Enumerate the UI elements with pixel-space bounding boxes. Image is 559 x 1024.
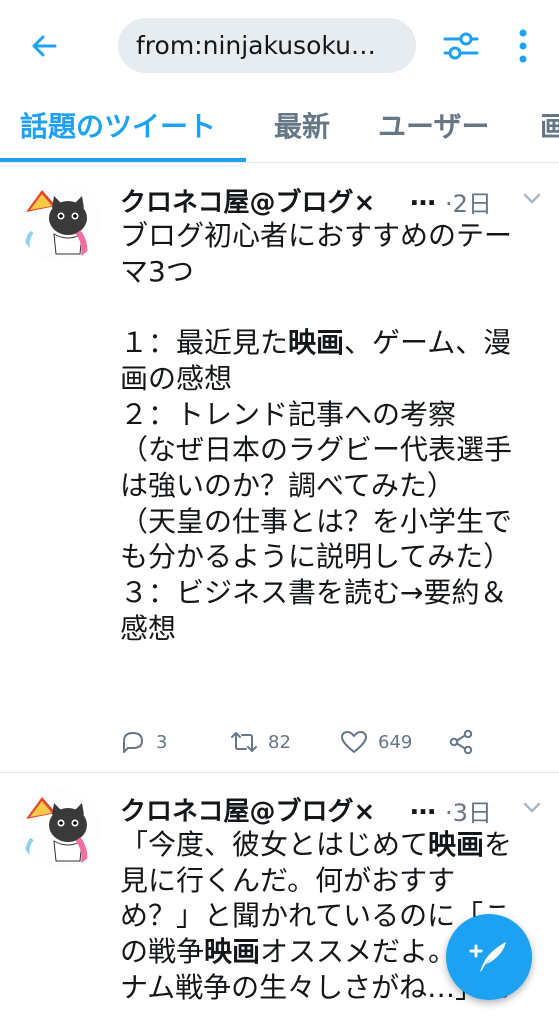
tweet-text-segment: も分かるように説明してみた） <box>120 540 512 574</box>
tweet-text-segment: は強いのか？調べてみた） <box>120 468 455 502</box>
tweet-text-line: 画の感想 <box>120 361 545 397</box>
search-tabs: 話題のツイート 最新 ユーザー 画 <box>0 96 559 163</box>
tweet-text-line: 感想 <box>120 611 545 647</box>
tweet-text-line: マ3つ <box>120 254 545 290</box>
retweet-icon <box>231 732 257 752</box>
compose-tweet-button[interactable] <box>446 914 532 1000</box>
tab-users[interactable]: ユーザー <box>378 96 489 162</box>
tweet-text-segment: 画の感想 <box>120 361 233 395</box>
filter-sliders-icon <box>443 32 479 60</box>
tweet-text-segment: マ3つ <box>120 254 194 288</box>
tweet-text-line: ブログ初心者におすすめのテー <box>120 218 545 254</box>
share-button[interactable] <box>448 722 484 762</box>
author-name-ellipsis: … <box>410 791 436 821</box>
tab-photos[interactable]: 画 <box>540 96 559 162</box>
reply-button[interactable]: 3 <box>120 722 167 762</box>
retweet-count: 82 <box>268 731 291 753</box>
tweet-text-line: は強いのか？調べてみた） <box>120 468 545 504</box>
tweet-text-line: 「今度、彼女とはじめて映画を <box>120 827 545 863</box>
tweet-text-segment: （天皇の仕事とは？を小学生で <box>120 504 513 538</box>
retweet-button[interactable]: 82 <box>230 722 291 762</box>
search-query-text: from:ninjakusoku… <box>136 31 376 60</box>
chevron-down-icon[interactable] <box>522 801 542 815</box>
tweet-text-segment: ３：ビジネス書を読む→要約＆ <box>120 576 508 610</box>
avatar[interactable] <box>20 789 100 869</box>
tweet-text-line <box>120 289 545 325</box>
search-highlight: 映画 <box>288 326 345 360</box>
tweet-timestamp: ·3日 <box>445 799 492 827</box>
tweet-text-segment: を <box>484 828 513 861</box>
tweet-text-segment: 「今度、彼女とはじめて <box>120 828 429 861</box>
tweet-text-segment: （なぜ日本のラグビー代表選手 <box>120 433 513 467</box>
back-arrow-icon <box>32 35 57 57</box>
tweet-text-line: も分かるように説明してみた） <box>120 539 545 575</box>
tweet-text-line: （なぜ日本のラグビー代表選手 <box>120 432 545 468</box>
tweet-text-segment: 、ゲーム、漫 <box>344 326 512 360</box>
tweet-header: クロネコ屋@ブログ× … ·3日 <box>120 791 545 831</box>
tweet-timestamp: ·2日 <box>445 190 492 218</box>
tweet-text-segment: ブログ初心者におすすめのテー <box>120 219 513 252</box>
tweet-header: クロネコ屋@ブログ× … ·2日 <box>120 182 545 222</box>
tweet-actions: 3 82 649 <box>120 722 540 762</box>
tweet-text-segment: め？」と聞かれているのに「こ <box>120 899 512 933</box>
search-filter-button[interactable] <box>440 26 482 66</box>
like-count: 649 <box>378 731 413 753</box>
tab-top-tweets[interactable]: 話題のツイート <box>20 96 216 162</box>
author-name[interactable]: クロネコ屋@ブログ× <box>120 791 375 828</box>
tab-latest[interactable]: 最新 <box>274 96 330 162</box>
reply-count: 3 <box>156 731 168 753</box>
search-highlight: 映画 <box>428 828 485 861</box>
tweet-text-line: ２：トレンド記事への考察 <box>120 397 545 433</box>
top-bar: from:ninjakusoku… <box>0 0 559 90</box>
reply-icon <box>123 732 143 753</box>
like-button[interactable]: 649 <box>340 722 412 762</box>
author-name[interactable]: クロネコ屋@ブログ× <box>120 182 375 219</box>
tweet-card[interactable]: クロネコ屋@ブログ× … ·2日 ブログ初心者におすすめのテー マ3つ １：最近見… <box>0 162 559 772</box>
compose-tweet-icon <box>469 942 506 972</box>
tweet-text-segment: の戦争 <box>120 935 205 969</box>
tweet-text-segment: 感想 <box>120 611 177 645</box>
avatar-cat-image <box>20 789 100 869</box>
tweet-text-line: 見に行くんだ。何がおすす <box>120 863 545 899</box>
tweet-text-segment: ２：トレンド記事への考察 <box>120 397 457 431</box>
tweet-text-line: （天皇の仕事とは？を小学生で <box>120 504 545 540</box>
tweet-text-segment: １：最近見た <box>120 326 289 360</box>
tweet-text-line: ３：ビジネス書を読む→要約＆ <box>120 575 545 611</box>
tweet-text-segment: 見に行くんだ。何がおすす <box>120 863 456 897</box>
search-input[interactable]: from:ninjakusoku… <box>118 18 416 73</box>
like-heart-icon <box>341 731 367 753</box>
tweet-text-line: １：最近見た映画、ゲーム、漫 <box>120 325 545 361</box>
author-name-ellipsis: … <box>410 182 436 212</box>
tweet-text: ブログ初心者におすすめのテー マ3つ １：最近見た映画、ゲーム、漫 画の感想 ２：トレ… <box>120 218 545 646</box>
avatar-cat-image <box>20 182 100 262</box>
search-highlight: 映画 <box>204 935 261 969</box>
more-options-button[interactable] <box>508 24 538 68</box>
chevron-down-icon[interactable] <box>522 192 542 206</box>
more-vertical-icon <box>519 29 527 63</box>
back-button[interactable] <box>22 26 66 66</box>
avatar[interactable] <box>20 182 100 262</box>
share-icon <box>449 729 473 755</box>
